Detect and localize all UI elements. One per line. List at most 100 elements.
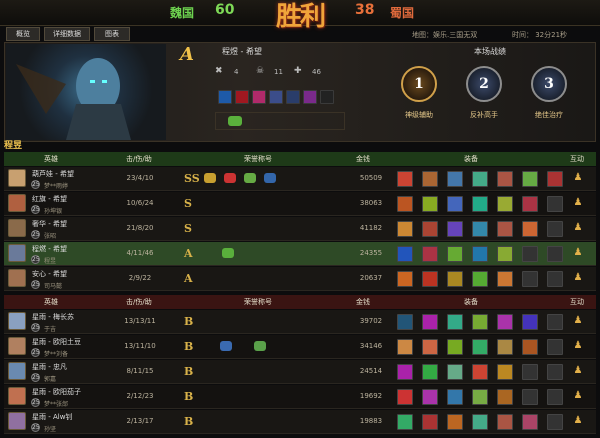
- interact-icon[interactable]: ♟: [572, 272, 584, 284]
- equipment-slot[interactable]: [397, 389, 413, 405]
- equipment-slot[interactable]: [422, 271, 438, 287]
- interact-icon[interactable]: ♟: [572, 172, 584, 184]
- equipment-slot[interactable]: [472, 414, 488, 430]
- equipment-slot[interactable]: [447, 221, 463, 237]
- equipment-slot[interactable]: [522, 339, 538, 355]
- equipment-slot[interactable]: [472, 221, 488, 237]
- equipment-slot[interactable]: [547, 246, 563, 262]
- equipment-slot[interactable]: [447, 271, 463, 287]
- player-row[interactable]: 安心 - 希望 25 司马懿 2/9/22 A 20637 ♟: [4, 267, 596, 291]
- equipment-slot[interactable]: [547, 389, 563, 405]
- player-row[interactable]: 星雨 - 忠凡 25 郭嘉 8/11/15 B 24514 ♟: [4, 360, 596, 384]
- equipment-slot[interactable]: [497, 364, 513, 380]
- tab-detailed-data[interactable]: 详细数据: [44, 27, 90, 41]
- equipment-slot[interactable]: [397, 221, 413, 237]
- equipment-slot[interactable]: [472, 389, 488, 405]
- equipment-slot[interactable]: [447, 364, 463, 380]
- hero-avatar[interactable]: [8, 337, 26, 355]
- hero-avatar[interactable]: [8, 387, 26, 405]
- tab-charts[interactable]: 图表: [94, 27, 130, 41]
- tab-overview[interactable]: 概览: [6, 27, 40, 41]
- equipment-slot[interactable]: [522, 364, 538, 380]
- equipment-slot[interactable]: [422, 389, 438, 405]
- hero-avatar[interactable]: [8, 244, 26, 262]
- equipment-slot[interactable]: [497, 171, 513, 187]
- equipment-slot[interactable]: [422, 196, 438, 212]
- equipment-slot[interactable]: [472, 339, 488, 355]
- equipment-slot[interactable]: [447, 196, 463, 212]
- player-row[interactable]: 星雨 - Alw钊 25 孙坚 2/13/17 B 19883 ♟: [4, 410, 596, 434]
- equipment-slot[interactable]: [397, 196, 413, 212]
- equipment-slot[interactable]: [472, 314, 488, 330]
- equipment-slot[interactable]: [547, 271, 563, 287]
- equipment-slot[interactable]: [397, 339, 413, 355]
- equipment-slot[interactable]: [522, 246, 538, 262]
- equipment-slot[interactable]: [522, 414, 538, 430]
- interact-icon[interactable]: ♟: [572, 415, 584, 427]
- equipment-slot[interactable]: [397, 314, 413, 330]
- equipment-slot[interactable]: [397, 171, 413, 187]
- equipment-slot[interactable]: [447, 314, 463, 330]
- player-row[interactable]: 程燃 - 希望 25 程昱 4/11/46 A 24355 ♟: [4, 242, 596, 266]
- equipment-slot[interactable]: [547, 314, 563, 330]
- equipment-slot[interactable]: [522, 221, 538, 237]
- equipment-slot[interactable]: [497, 389, 513, 405]
- equipment-slot[interactable]: [522, 196, 538, 212]
- hero-avatar[interactable]: [8, 269, 26, 287]
- equipment-slot[interactable]: [397, 271, 413, 287]
- interact-icon[interactable]: ♟: [572, 222, 584, 234]
- equipment-slot[interactable]: [547, 171, 563, 187]
- equipment-slot[interactable]: [547, 221, 563, 237]
- equipment-slot[interactable]: [422, 221, 438, 237]
- equipment-slot[interactable]: [397, 364, 413, 380]
- equipment-slot[interactable]: [497, 196, 513, 212]
- interact-icon[interactable]: ♟: [572, 340, 584, 352]
- equipment-slot[interactable]: [447, 246, 463, 262]
- equipment-slot[interactable]: [547, 364, 563, 380]
- player-row[interactable]: 星雨 - 梅长苏 25 于吉 13/13/11 B 39702 ♟: [4, 310, 596, 334]
- equipment-slot[interactable]: [447, 414, 463, 430]
- equipment-slot[interactable]: [547, 196, 563, 212]
- equipment-slot[interactable]: [422, 339, 438, 355]
- interact-icon[interactable]: ♟: [572, 390, 584, 402]
- hero-avatar[interactable]: [8, 219, 26, 237]
- player-row[interactable]: 红旗 - 希望 25 孙坤银 10/6/24 S 38063 ♟: [4, 192, 596, 216]
- equipment-slot[interactable]: [422, 314, 438, 330]
- equipment-slot[interactable]: [522, 171, 538, 187]
- equipment-slot[interactable]: [497, 221, 513, 237]
- player-row[interactable]: 星雨 - 欧阳土豆 25 梦**刘备 13/11/10 B 34146 ♟: [4, 335, 596, 359]
- hero-avatar[interactable]: [8, 169, 26, 187]
- equipment-slot[interactable]: [397, 246, 413, 262]
- interact-icon[interactable]: ♟: [572, 315, 584, 327]
- equipment-slot[interactable]: [497, 414, 513, 430]
- equipment-slot[interactable]: [472, 196, 488, 212]
- hero-avatar[interactable]: [8, 312, 26, 330]
- interact-icon[interactable]: ♟: [572, 365, 584, 377]
- interact-icon[interactable]: ♟: [572, 197, 584, 209]
- hero-avatar[interactable]: [8, 194, 26, 212]
- equipment-slot[interactable]: [447, 339, 463, 355]
- equipment-slot[interactable]: [522, 271, 538, 287]
- player-row[interactable]: 葫芦娃 - 希望 25 梦**雨婷 23/4/10 SS 50509 ♟: [4, 167, 596, 191]
- equipment-slot[interactable]: [522, 389, 538, 405]
- hero-avatar[interactable]: [8, 362, 26, 380]
- equipment-slot[interactable]: [547, 414, 563, 430]
- equipment-slot[interactable]: [422, 414, 438, 430]
- equipment-slot[interactable]: [422, 246, 438, 262]
- equipment-slot[interactable]: [422, 171, 438, 187]
- hero-avatar[interactable]: [8, 412, 26, 430]
- equipment-slot[interactable]: [447, 389, 463, 405]
- equipment-slot[interactable]: [522, 314, 538, 330]
- player-row[interactable]: 星雨 - 欧阳茄子 25 梦**张郃 2/12/23 B 19692 ♟: [4, 385, 596, 409]
- equipment-slot[interactable]: [422, 364, 438, 380]
- equipment-slot[interactable]: [472, 171, 488, 187]
- equipment-slot[interactable]: [497, 339, 513, 355]
- interact-icon[interactable]: ♟: [572, 247, 584, 259]
- equipment-slot[interactable]: [497, 246, 513, 262]
- equipment-slot[interactable]: [472, 364, 488, 380]
- equipment-slot[interactable]: [472, 271, 488, 287]
- equipment-slot[interactable]: [472, 246, 488, 262]
- player-row[interactable]: 奢华 - 希望 25 张昭 21/8/20 S 41182 ♟: [4, 217, 596, 241]
- equipment-slot[interactable]: [547, 339, 563, 355]
- equipment-slot[interactable]: [397, 414, 413, 430]
